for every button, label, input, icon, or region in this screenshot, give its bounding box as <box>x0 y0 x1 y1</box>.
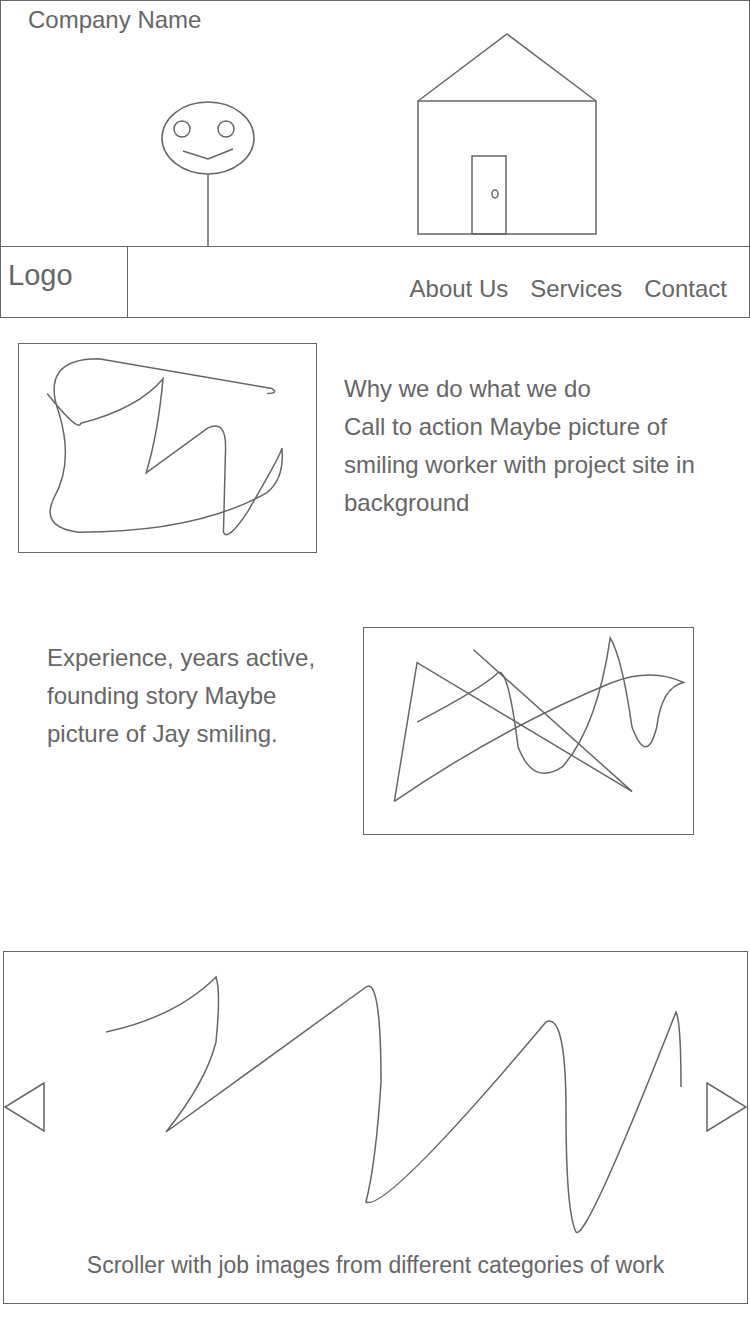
nav-links: About Us Services Contact <box>128 247 749 317</box>
person-head-icon <box>162 102 254 174</box>
intro-heading: Why we do what we do <box>344 370 729 408</box>
nav-link[interactable]: Contact <box>644 275 727 303</box>
founder-image <box>363 627 694 835</box>
arrow-left-icon <box>4 1082 46 1132</box>
page: Company Name Logo About Us Services Contact W… <box>0 0 750 1334</box>
intro-text: Why we do what we doCall to action Maybe… <box>344 343 729 553</box>
job-carousel: Scroller with job images from different … <box>3 951 748 1304</box>
hero-illustration-icon <box>1 33 749 246</box>
next-button[interactable] <box>705 1082 747 1132</box>
house-roof-icon <box>418 34 596 101</box>
story-section: Experience, years active, founding story… <box>0 627 750 835</box>
nav-bar: Logo About Us Services Contact <box>1 246 749 317</box>
carousel-caption: Scroller with job images from different … <box>4 1252 747 1303</box>
worker-image <box>18 343 317 553</box>
intro-section: Why we do what we doCall to action Maybe… <box>0 343 750 553</box>
house-icon <box>418 101 596 234</box>
hero: Company Name <box>1 1 749 246</box>
image-placeholder-icon <box>364 628 692 833</box>
header: Company Name Logo About Us Services Contact <box>0 0 750 318</box>
image-placeholder-icon <box>19 344 315 551</box>
company-name: Company Name <box>1 1 749 33</box>
job-image-placeholder-icon <box>66 962 686 1252</box>
nav-link[interactable]: Services <box>530 275 622 303</box>
intro-body: Call to action Maybe picture of smiling … <box>344 408 729 522</box>
carousel-body <box>4 952 747 1252</box>
logo[interactable]: Logo <box>1 247 128 317</box>
story-text: Experience, years active, founding story… <box>47 627 355 835</box>
nav-link[interactable]: About Us <box>410 275 509 303</box>
previous-button[interactable] <box>4 1082 46 1132</box>
arrow-right-icon <box>705 1082 747 1132</box>
